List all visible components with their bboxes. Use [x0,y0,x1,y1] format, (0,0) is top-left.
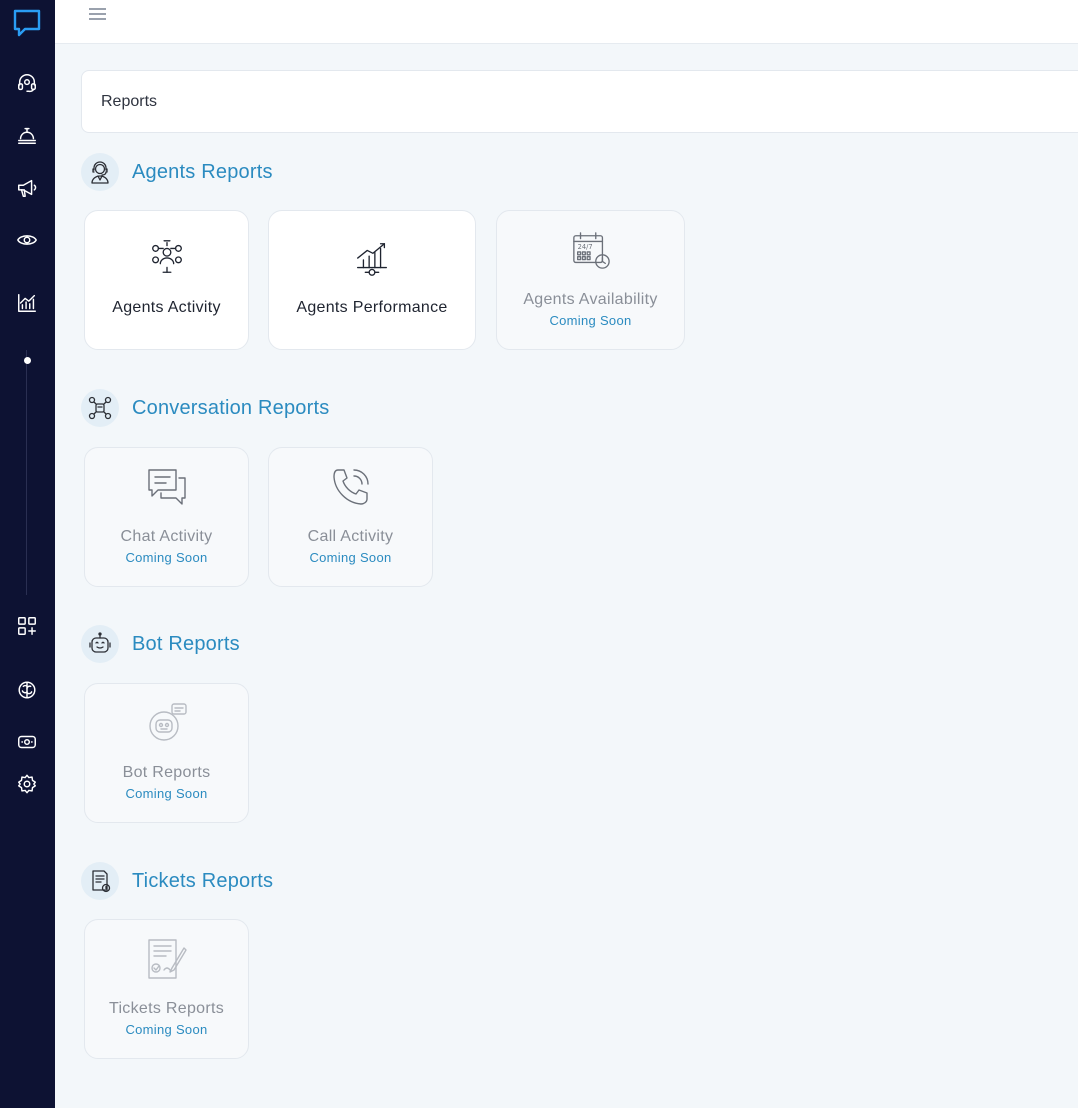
billing-icon[interactable] [14,729,40,755]
megaphone-icon[interactable] [14,175,40,201]
robot-icon [81,625,119,663]
add-widget-icon[interactable] [14,613,40,639]
service-bell-icon[interactable] [14,122,40,148]
top-bar [55,0,1078,44]
coming-soon-label: Coming Soon [125,550,208,565]
chat-activity-card[interactable]: Chat Activity Coming Soon [84,447,249,587]
agents-activity-card[interactable]: Agents Activity [84,210,249,350]
section-title: Conversation Reports [132,396,330,419]
sidebar-scroll-track[interactable] [26,350,27,595]
chat-bubbles-icon [85,466,248,508]
section-title: Bot Reports [132,632,240,655]
team-activity-icon [85,237,248,277]
bot-chat-icon [85,702,248,744]
page-title: Reports [101,93,158,110]
card-label: Tickets Reports [108,1000,225,1017]
section-conversation-reports: Conversation Reports [81,389,329,427]
headset-icon[interactable] [14,70,40,96]
settings-gear-icon[interactable] [14,771,40,797]
section-agents-reports: Agents Reports [81,153,273,191]
section-bot-reports: Bot Reports [81,625,240,663]
section-title: Agents Reports [132,160,273,183]
agents-availability-card[interactable]: 24/7 Agents Availability Coming Soon [496,210,685,350]
bot-reports-card[interactable]: Bot Reports Coming Soon [84,683,249,823]
phone-call-icon [269,466,432,508]
conversation-network-icon [81,389,119,427]
coming-soon-label: Coming Soon [125,786,208,801]
coming-soon-label: Coming Soon [549,313,632,328]
sidebar [0,0,55,1108]
svg-text:24/7: 24/7 [577,243,592,251]
sidebar-scroll-handle[interactable] [24,357,31,364]
tickets-reports-card[interactable]: Tickets Reports Coming Soon [84,919,249,1059]
eye-icon[interactable] [14,227,40,253]
card-label: Agents Activity [112,299,221,316]
ticket-document-icon [81,862,119,900]
performance-growth-icon [269,239,475,279]
coming-soon-label: Coming Soon [309,550,392,565]
coming-soon-label: Coming Soon [125,1022,208,1037]
card-label: Call Activity [307,528,394,545]
calendar-24-7-icon: 24/7 [497,231,684,271]
card-label: Agents Availability [523,291,658,308]
agents-performance-card[interactable]: Agents Performance [268,210,476,350]
signed-document-icon [85,938,248,980]
card-label: Bot Reports [122,764,211,781]
section-title: Tickets Reports [132,869,274,892]
call-activity-card[interactable]: Call Activity Coming Soon [268,447,433,587]
agent-headset-icon [81,153,119,191]
page-header-card: Reports [81,70,1078,133]
analytics-chart-icon[interactable] [14,290,40,316]
card-label: Agents Performance [296,299,448,316]
brain-icon[interactable] [14,677,40,703]
hamburger-menu-icon[interactable] [89,6,107,22]
section-tickets-reports: Tickets Reports [81,862,273,900]
card-label: Chat Activity [120,528,213,545]
chat-logo-icon[interactable] [11,8,43,38]
